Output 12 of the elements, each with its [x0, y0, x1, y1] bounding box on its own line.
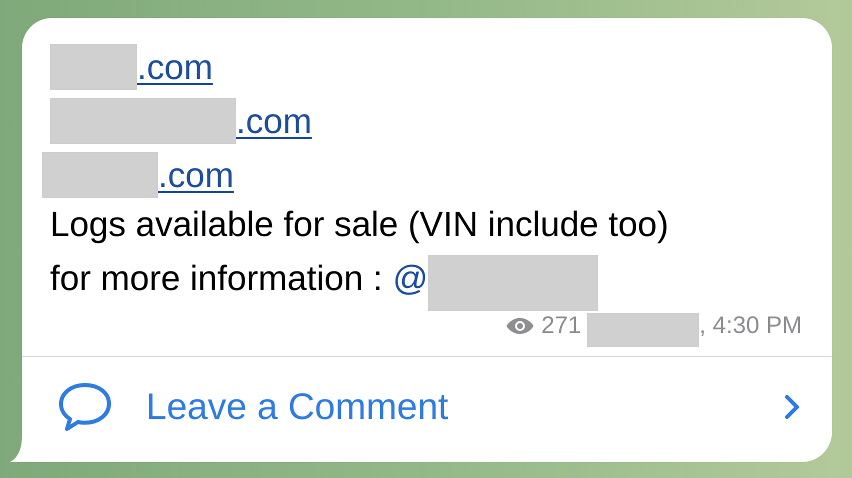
link[interactable]: .com — [158, 154, 234, 198]
leave-comment-button[interactable]: Leave a Comment — [22, 357, 832, 457]
eye-icon — [505, 316, 536, 336]
link[interactable]: .com — [137, 46, 213, 90]
message-text: Logs available for sale (VIN include too) — [50, 204, 670, 246]
view-count: 271 — [541, 311, 582, 341]
speech-bubble-icon — [58, 382, 112, 432]
message-time: , 4:30 PM — [699, 311, 802, 341]
message-text: for more information : — [50, 258, 383, 300]
mention-link[interactable]: @ — [392, 252, 428, 306]
chevron-right-icon — [784, 394, 800, 420]
link[interactable]: .com — [236, 100, 312, 144]
